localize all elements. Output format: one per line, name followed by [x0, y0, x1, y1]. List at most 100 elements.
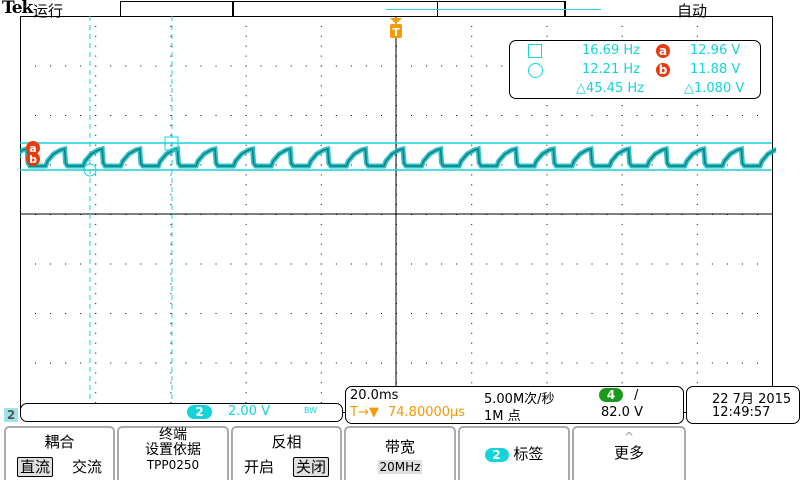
grid-dot [591, 313, 593, 314]
grid-dot [651, 115, 653, 116]
grid-dot [621, 223, 623, 225]
coupling-ac[interactable]: 交流 [72, 458, 102, 476]
grid-dot [110, 313, 112, 314]
grid-dot [711, 115, 713, 116]
grid-dot [50, 115, 52, 116]
grid-dot [546, 134, 548, 136]
bandwidth-label: 带宽 [384, 438, 415, 456]
grid-dot [305, 362, 307, 364]
grid-dot [546, 372, 548, 374]
grid-dot [471, 362, 473, 364]
grid-dot [65, 362, 67, 364]
bandwidth-button[interactable]: 带宽 20MHz [344, 426, 456, 480]
grid-dot [170, 45, 172, 47]
grid-dot [471, 223, 473, 225]
grid-dot [320, 55, 322, 57]
grid-dot [125, 164, 127, 166]
grid-dot [471, 115, 473, 116]
grid-dot [95, 283, 97, 285]
grid-dot [35, 263, 37, 265]
grid-dot [320, 16, 322, 17]
grid-dot [245, 184, 247, 186]
grid-dot [471, 263, 473, 265]
grid-dot [621, 233, 623, 235]
grid-dot [170, 392, 172, 394]
grid-dot [170, 134, 172, 136]
grid-dot [185, 313, 187, 314]
invert-off[interactable]: 关闭 [293, 457, 330, 477]
coupling-dc[interactable]: 直流 [16, 457, 53, 477]
grid-dot [35, 362, 37, 364]
horizontal-trigger-readout[interactable]: 20.0ms 5.00M次/秒 4 / T→▼ 74.80000µs 1M 点 … [345, 386, 684, 424]
grid-dot [185, 115, 187, 116]
grid-dot [621, 25, 623, 27]
grid-dot [696, 293, 698, 295]
grid-dot [471, 65, 473, 67]
grid-dot [546, 105, 548, 107]
grid-dot [245, 322, 247, 324]
grid-dot [471, 95, 473, 97]
grid-dot [95, 45, 97, 47]
grid-dot [711, 362, 713, 364]
grid-dot [170, 263, 172, 265]
coupling-button[interactable]: 耦合 直流 交流 [4, 426, 115, 480]
grid-dot [245, 392, 247, 394]
grid-dot [696, 105, 698, 107]
grid-dot [350, 313, 352, 314]
channel-2-marker[interactable]: 2 [4, 408, 18, 422]
grid-dot [140, 362, 142, 364]
grid-dot [230, 263, 232, 265]
grid-dot [546, 273, 548, 275]
delta-freq: △45.45 Hz [576, 81, 644, 96]
grid-dot [35, 65, 37, 67]
termination-button[interactable]: 终端 设置依据 TPP0250 [117, 426, 229, 480]
grid-dot [155, 65, 157, 67]
grid-dot [591, 115, 593, 116]
grid-dot [621, 134, 623, 136]
grid-dot [486, 263, 488, 265]
grid-dot [365, 362, 367, 364]
grid-dot [681, 313, 683, 314]
grid-dot [95, 144, 97, 146]
grid-dot [140, 263, 142, 265]
grid-dot [170, 65, 172, 67]
invert-on[interactable]: 开启 [244, 458, 274, 476]
label-button[interactable]: 2 标签 [458, 426, 570, 480]
grid-dot [95, 263, 97, 265]
grid-dot [516, 313, 518, 314]
grid-dot [170, 194, 172, 196]
grid-dot [140, 65, 142, 67]
grid-dot [350, 115, 352, 116]
circle-cursor-icon [528, 63, 543, 78]
invert-button[interactable]: 反相 开启 关闭 [231, 426, 342, 480]
grid-dot [696, 303, 698, 305]
more-button[interactable]: ^ 更多 [572, 426, 686, 480]
grid-dot [245, 105, 247, 107]
cursor-readout: 16.69 Hz a 12.96 V 12.21 Hz b 11.88 V △4… [509, 40, 761, 99]
grid-dot [95, 392, 97, 394]
grid-dot [441, 313, 443, 314]
grid-dot [170, 253, 172, 255]
grid-dot [456, 362, 458, 364]
datetime-readout[interactable]: 22 7月 2015 12:49:57 [686, 386, 800, 424]
grid-dot [756, 362, 758, 364]
grid-dot [95, 35, 97, 37]
grid-dot [772, 164, 773, 166]
grid-dot [696, 382, 698, 384]
grid-dot [621, 372, 623, 374]
grid-dot [245, 372, 247, 374]
grid-dot [651, 164, 653, 166]
grid-dot [65, 65, 67, 67]
grid-dot [245, 223, 247, 225]
grid-dot [696, 283, 698, 285]
trigger-source-badge: 4 [599, 388, 623, 402]
grid-dot [245, 154, 247, 156]
coupling-label: 耦合 [44, 433, 75, 451]
grid-dot [215, 313, 217, 314]
grid-dot [350, 362, 352, 364]
grid-dot [501, 65, 503, 67]
grid-dot [20, 164, 21, 166]
grid-dot [320, 233, 322, 235]
grid-dot [95, 164, 97, 166]
channel-2-readout[interactable]: 2 2.00 V BW [20, 403, 343, 422]
